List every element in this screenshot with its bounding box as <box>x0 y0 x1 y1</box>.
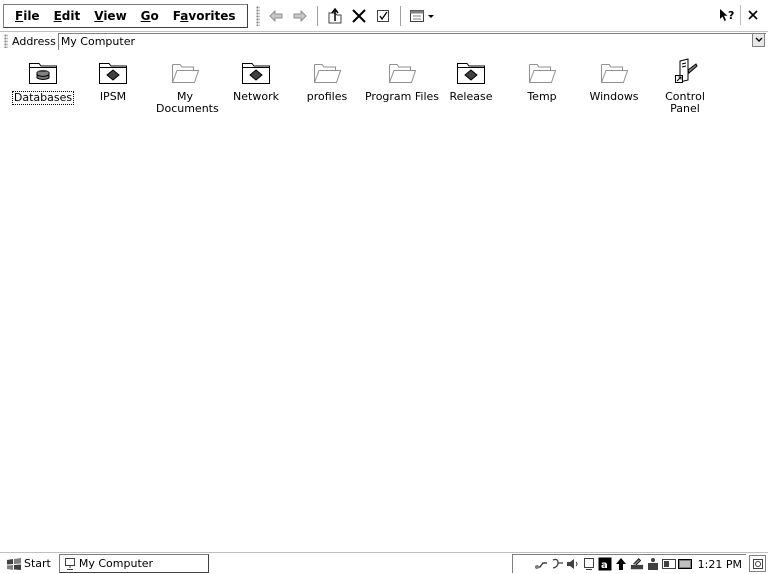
item-label: Databases <box>11 91 75 105</box>
database-folder-icon <box>29 63 57 84</box>
properties-button[interactable] <box>372 5 394 27</box>
item-label: Control Panel <box>665 90 705 115</box>
list-item-temp[interactable]: Temp <box>506 57 578 103</box>
item-label: Temp <box>527 90 557 103</box>
storage-folder-icon <box>99 63 127 84</box>
up-folder-icon <box>328 7 341 23</box>
help-button[interactable]: ? <box>716 5 740 25</box>
keyboard-icon[interactable] <box>630 557 644 571</box>
input-a-icon[interactable]: a <box>598 557 612 571</box>
svg-text:?: ? <box>728 9 734 22</box>
panel-icon[interactable] <box>677 557 692 571</box>
file-view[interactable]: Databases IPSM My Documents Network prof… <box>0 50 768 552</box>
storage-folder-icon <box>457 63 485 84</box>
address-bar: Address My Computer <box>0 32 768 50</box>
system-tray: a 1:21 PM <box>512 554 746 573</box>
item-label: My Documents <box>156 90 219 115</box>
user-icon[interactable] <box>646 557 660 571</box>
list-item-windows[interactable]: Windows <box>578 57 650 103</box>
clock[interactable]: 1:21 PM <box>698 558 742 571</box>
pc-icon[interactable] <box>582 557 596 571</box>
up-button[interactable] <box>324 5 346 27</box>
folder-icon <box>389 64 417 83</box>
start-button[interactable]: Start <box>2 554 55 574</box>
item-label: Windows <box>589 90 639 103</box>
folder-icon <box>529 64 557 83</box>
delete-button[interactable] <box>348 5 370 27</box>
display-icon[interactable] <box>661 557 676 571</box>
list-item-network[interactable]: Network <box>220 57 292 103</box>
list-item-ipsm[interactable]: IPSM <box>77 57 149 103</box>
list-item-databases[interactable]: Databases <box>7 57 79 105</box>
toolbar-grip[interactable] <box>255 5 260 26</box>
folder-icon <box>172 64 200 83</box>
item-label: Network <box>233 90 279 103</box>
window-controls: ? <box>716 5 764 25</box>
svg-text:a: a <box>601 560 608 571</box>
menu-view[interactable]: View <box>87 5 133 27</box>
menu-go[interactable]: Go <box>134 5 166 27</box>
back-arrow-icon <box>268 9 282 22</box>
chevron-down-icon <box>755 37 762 42</box>
forward-arrow-icon <box>293 9 307 22</box>
list-item-release[interactable]: Release <box>435 57 507 103</box>
network-icon[interactable] <box>534 557 548 571</box>
taskbar-item-my-computer[interactable]: My Computer <box>58 554 209 573</box>
menu-edit[interactable]: Edit <box>47 5 88 27</box>
start-label: Start <box>24 557 51 570</box>
toolbar-separator <box>316 5 318 26</box>
task-label: My Computer <box>78 557 154 570</box>
close-button[interactable] <box>740 5 764 25</box>
menu-toolbar-bar: File Edit View Go Favorites ? <box>0 0 768 32</box>
back-button[interactable] <box>265 5 287 27</box>
windows-flag-icon <box>7 557 21 570</box>
list-item-profiles[interactable]: profiles <box>291 57 363 103</box>
delete-x-icon <box>351 8 366 23</box>
folder-icon <box>314 64 342 83</box>
desktop-icon <box>752 558 763 569</box>
address-grip[interactable] <box>4 34 8 48</box>
address-dropdown-button[interactable] <box>752 33 765 47</box>
address-input[interactable]: My Computer <box>57 32 766 50</box>
computer-icon <box>64 557 75 570</box>
list-item-control-panel[interactable]: Control Panel <box>649 57 721 115</box>
menu-file[interactable]: File <box>8 5 47 27</box>
list-item-program-files[interactable]: Program Files <box>362 57 442 103</box>
item-label: profiles <box>306 90 348 103</box>
control-panel-shortcut-icon <box>675 58 698 83</box>
show-desktop-button[interactable] <box>749 555 766 572</box>
list-item-my-documents[interactable]: My Documents <box>149 57 221 115</box>
views-dropdown-icon <box>409 9 434 22</box>
help-icon: ? <box>720 9 734 22</box>
up-arrow-icon[interactable] <box>614 557 628 571</box>
taskbar: Start My Computer a 1:21 PM <box>0 552 768 574</box>
menu-favorites[interactable]: Favorites <box>166 5 243 27</box>
item-label: Release <box>449 90 493 103</box>
toolbar-separator <box>399 5 401 26</box>
item-label: IPSM <box>99 90 127 103</box>
folder-icon <box>601 64 629 83</box>
address-label: Address <box>12 34 56 48</box>
toolbar <box>264 4 440 28</box>
storage-folder-icon <box>242 63 270 84</box>
properties-icon <box>376 9 389 22</box>
connection-icon[interactable] <box>550 557 564 571</box>
forward-button[interactable] <box>289 5 311 27</box>
menu-group: File Edit View Go Favorites <box>3 3 248 28</box>
speaker-icon[interactable] <box>566 557 580 571</box>
close-icon <box>747 10 758 20</box>
views-button[interactable] <box>407 5 439 27</box>
item-label: Program Files <box>364 90 440 103</box>
